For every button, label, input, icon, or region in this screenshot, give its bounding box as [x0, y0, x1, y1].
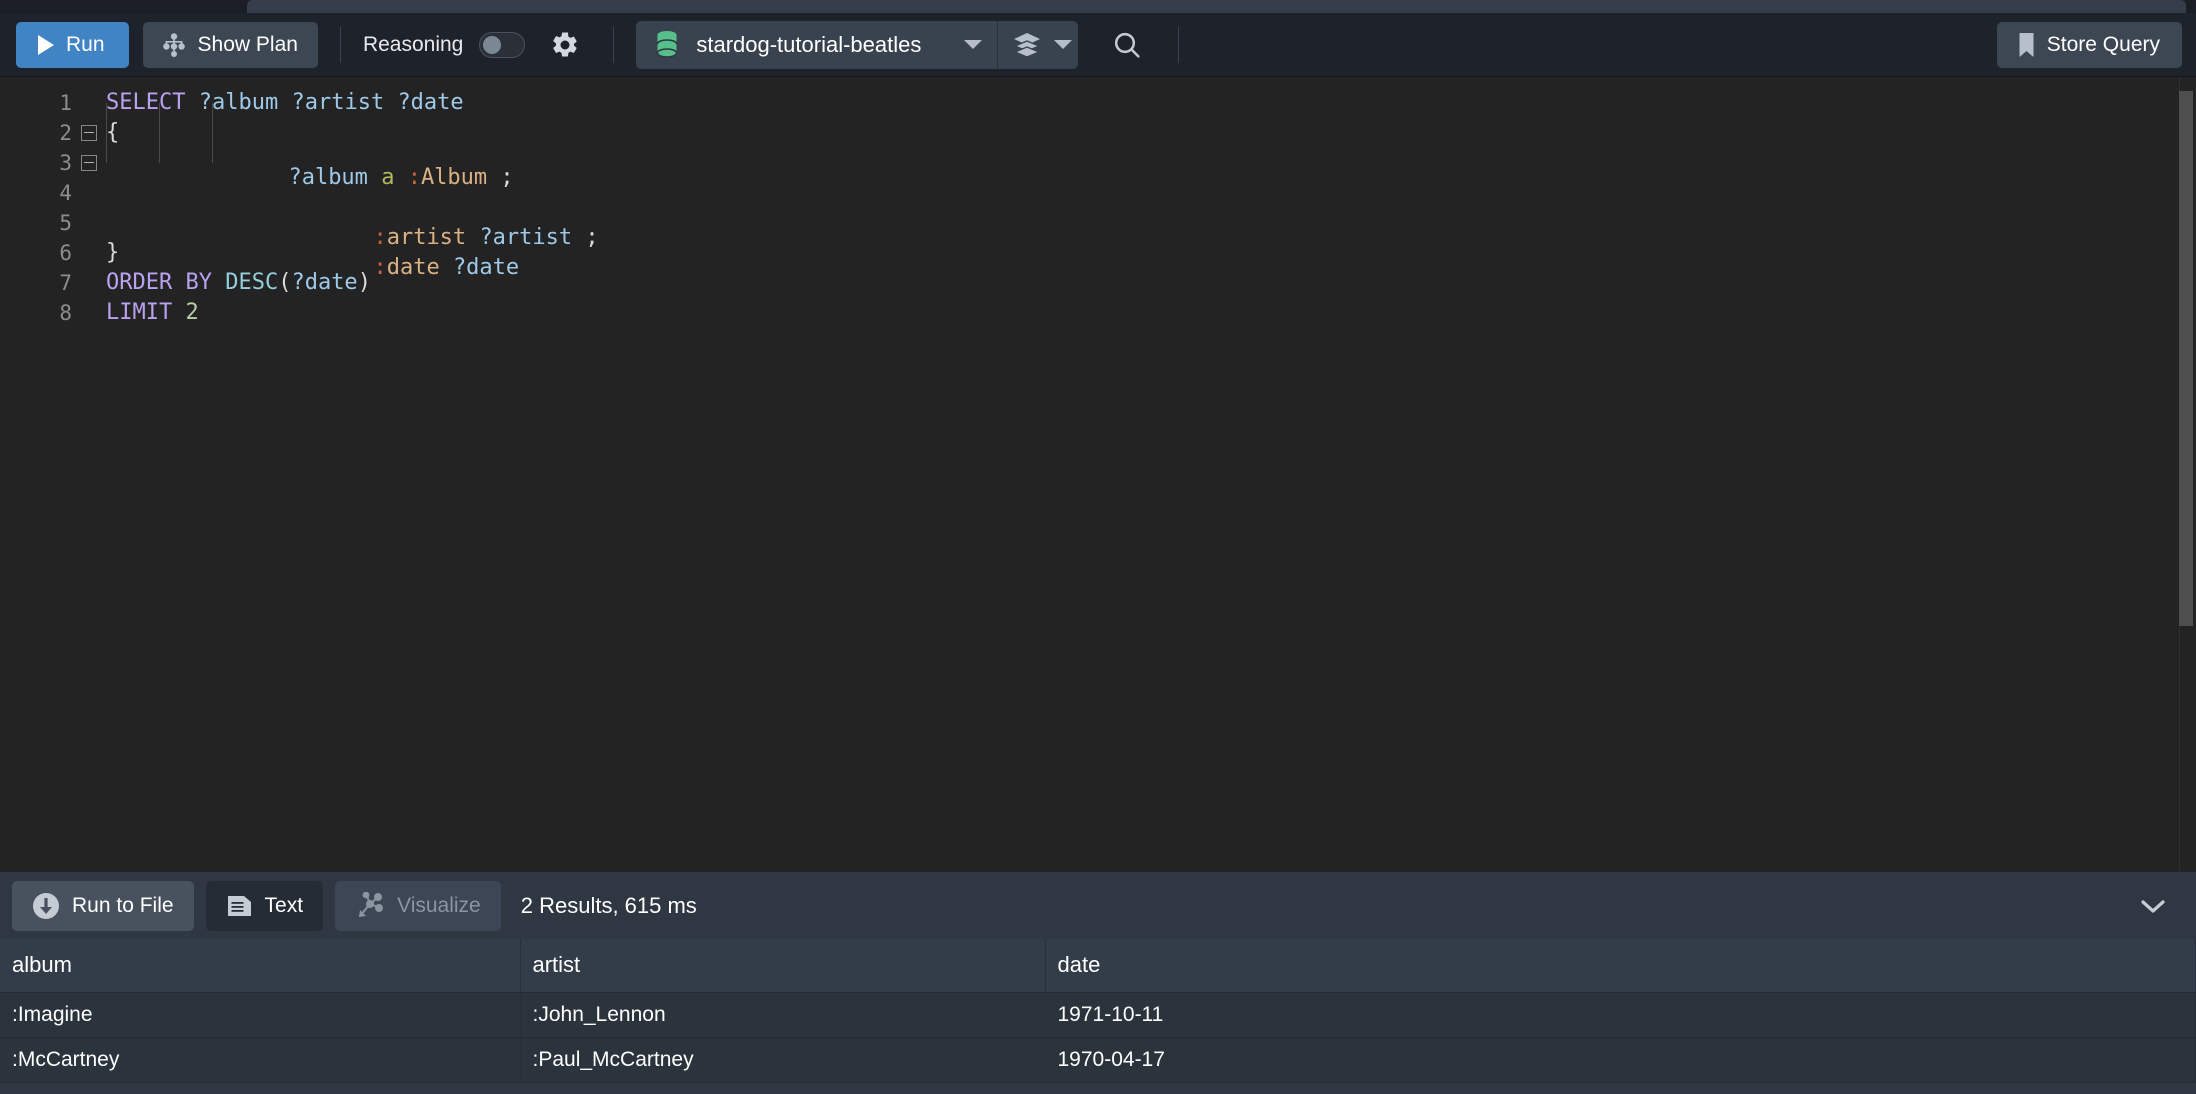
chevron-down-icon	[2138, 896, 2168, 916]
table-row[interactable]: :McCartney :Paul_McCartney 1970-04-17	[0, 1037, 2196, 1083]
indent-guide	[159, 103, 160, 133]
editor-scrollbar-thumb[interactable]	[2179, 91, 2193, 626]
layers-icon	[1012, 31, 1042, 59]
cell-date: 1971-10-11	[1045, 992, 2196, 1038]
toolbar-right-group: Store Query	[1996, 21, 2182, 68]
code-line: 7 ORDER BY DESC(?date)	[0, 268, 2196, 298]
token-semicolon: ;	[585, 225, 599, 250]
line-number: 5	[59, 211, 72, 235]
line-number: 7	[59, 271, 72, 295]
token-function: DESC	[225, 270, 279, 295]
visualize-label: Visualize	[397, 893, 481, 917]
token-variable: ?date	[291, 270, 358, 295]
sparql-editor[interactable]: 1 SELECT ?album ?artist ?date 2 { 3 ?alb…	[0, 77, 2196, 871]
play-icon	[36, 34, 55, 56]
toolbar-divider-2	[613, 26, 615, 63]
text-view-button[interactable]: Text	[205, 880, 324, 931]
settings-gear-button[interactable]	[539, 19, 591, 71]
code-text: LIMIT 2	[106, 298, 199, 328]
run-button[interactable]: Run	[16, 21, 129, 68]
main-toolbar: Run Show Plan Reasoning stardog-tutorial…	[0, 13, 2196, 77]
database-name-label: stardog-tutorial-beatles	[696, 31, 922, 57]
cell-artist: :John_Lennon	[520, 992, 1046, 1038]
tab-strip	[0, 0, 2196, 13]
line-number: 2	[59, 121, 72, 145]
column-header-date[interactable]: date	[1045, 939, 2196, 993]
token-variable: ?date	[452, 255, 520, 280]
line-number: 8	[59, 301, 72, 325]
reasoning-label: Reasoning	[362, 32, 464, 56]
cell-album: :McCartney	[0, 1037, 521, 1083]
results-summary: 2 Results, 615 ms	[520, 892, 697, 918]
cell-date: 1970-04-17	[1045, 1037, 2196, 1083]
reasoning-toggle-knob	[483, 35, 502, 54]
line-number: 1	[59, 91, 72, 115]
line-number: 6	[59, 241, 72, 265]
indent-guide	[212, 103, 213, 133]
fold-toggle[interactable]	[72, 155, 106, 171]
gear-icon	[550, 30, 580, 60]
token-keyword: ORDER BY	[106, 270, 212, 295]
results-table: album artist date :Imagine :John_Lennon …	[0, 939, 2196, 1083]
toolbar-divider-1	[339, 26, 341, 63]
reasoning-toggle[interactable]	[479, 31, 526, 58]
line-number: 3	[59, 151, 72, 175]
database-caret-button[interactable]	[949, 21, 997, 69]
tab-strip-right-filler	[2186, 0, 2196, 13]
active-editor-tab[interactable]	[247, 0, 2186, 13]
indent-guide	[212, 133, 213, 163]
run-button-label: Run	[66, 32, 105, 56]
token-prefix-colon: :	[373, 255, 387, 280]
run-to-file-label: Run to File	[72, 893, 174, 917]
document-icon	[226, 893, 253, 919]
download-circle-icon	[32, 892, 60, 920]
code-line: 5 :date ?date	[0, 133, 2196, 280]
editor-content[interactable]: 1 SELECT ?album ?artist ?date 2 { 3 ?alb…	[0, 77, 2196, 871]
database-selector[interactable]: stardog-tutorial-beatles	[636, 20, 998, 69]
line-number: 4	[59, 181, 72, 205]
results-toolbar: Run to File Text Visualize 2 Results, 61…	[0, 871, 2196, 939]
cell-artist: :Paul_McCartney	[520, 1037, 1046, 1083]
visualize-button[interactable]: Visualize	[335, 880, 501, 931]
code-text: }	[106, 238, 119, 268]
search-button[interactable]	[1098, 19, 1156, 71]
search-icon	[1111, 29, 1143, 61]
tab-strip-left-filler	[0, 0, 247, 13]
token-number: 2	[185, 300, 199, 325]
show-plan-button[interactable]: Show Plan	[142, 21, 318, 68]
column-header-artist[interactable]: artist	[520, 939, 1046, 993]
store-query-button-label: Store Query	[2046, 32, 2160, 56]
graph-selector[interactable]	[997, 20, 1079, 69]
caret-down-icon	[964, 40, 983, 49]
text-view-label: Text	[264, 893, 304, 917]
plan-tree-icon	[161, 32, 187, 57]
token-local: date	[386, 255, 440, 280]
token-keyword: LIMIT	[106, 300, 173, 325]
fold-toggle[interactable]	[72, 125, 106, 141]
show-plan-button-label: Show Plan	[197, 32, 298, 56]
graph-nodes-icon	[355, 891, 385, 920]
cell-album: :Imagine	[0, 992, 521, 1038]
bookmark-icon	[2017, 32, 2036, 58]
token-brace: }	[106, 240, 120, 265]
token-paren-open: (	[278, 270, 292, 295]
indent-guide	[159, 133, 160, 163]
table-header-row: album artist date	[0, 939, 2196, 993]
run-to-file-button[interactable]: Run to File	[12, 880, 194, 931]
toolbar-divider-3	[1178, 26, 1180, 63]
query-editor-app: Run Show Plan Reasoning stardog-tutorial…	[0, 0, 2196, 1094]
store-query-button[interactable]: Store Query	[1996, 21, 2182, 68]
indent-guide	[106, 103, 107, 133]
table-row[interactable]: :Imagine :John_Lennon 1971-10-11	[0, 992, 2196, 1038]
graph-caret-down-icon	[1054, 40, 1073, 49]
collapse-results-button[interactable]	[2130, 883, 2176, 929]
results-table-container[interactable]: album artist date :Imagine :John_Lennon …	[0, 939, 2196, 1094]
code-text: ORDER BY DESC(?date)	[106, 268, 371, 298]
database-icon	[654, 30, 680, 60]
token-paren-close: )	[357, 270, 371, 295]
indent-guide	[106, 133, 107, 163]
column-header-album[interactable]: album	[0, 939, 521, 993]
